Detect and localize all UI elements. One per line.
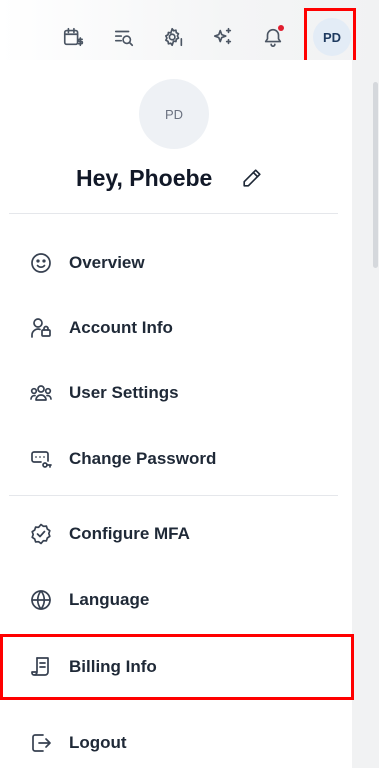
notification-dot (278, 25, 284, 31)
logout-icon (29, 731, 53, 755)
pencil-edit-icon[interactable] (241, 167, 263, 189)
menu-label-billing-info: Billing Info (69, 657, 157, 676)
menu-label-language: Language (69, 590, 150, 609)
menu-item-account-info[interactable]: Account Info (0, 303, 352, 353)
menu-label-overview: Overview (69, 253, 145, 272)
menu-item-logout[interactable]: Logout (0, 718, 352, 768)
globe-icon (29, 588, 53, 612)
menu-item-user-settings[interactable]: User Settings (0, 368, 352, 418)
search-list-icon[interactable] (111, 24, 137, 50)
user-card-icon (29, 316, 53, 340)
badge-check-icon (29, 522, 53, 546)
top-bar: PD (0, 0, 379, 60)
receipt-scroll-icon (29, 655, 53, 679)
bell-icon[interactable] (260, 24, 286, 50)
menu-label-user-settings: User Settings (69, 383, 179, 402)
menu-label-account-info: Account Info (69, 318, 173, 337)
users-group-icon (29, 381, 53, 405)
calendar-dollar-icon[interactable] (60, 24, 86, 50)
scrollbar-thumb[interactable] (373, 82, 378, 268)
sparkles-icon[interactable] (210, 24, 236, 50)
menu-item-billing-info[interactable]: Billing Info (0, 642, 352, 692)
menu-item-change-password[interactable]: Change Password (0, 434, 352, 484)
menu-label-change-password: Change Password (69, 449, 217, 468)
user-avatar-button[interactable]: PD (313, 18, 351, 56)
password-key-icon (29, 447, 53, 471)
profile-avatar: PD (139, 79, 209, 149)
menu-label-logout: Logout (69, 733, 127, 752)
greeting-text: Hey, Phoebe (76, 165, 213, 191)
menu-item-language[interactable]: Language (0, 575, 352, 625)
menu-item-configure-mfa[interactable]: Configure MFA (0, 509, 352, 559)
menu-label-configure-mfa: Configure MFA (69, 524, 190, 543)
divider (9, 213, 338, 214)
smiley-icon (29, 251, 53, 275)
divider (9, 495, 338, 496)
menu-item-overview[interactable]: Overview (0, 238, 352, 288)
gear-dollar-icon[interactable] (161, 24, 187, 50)
